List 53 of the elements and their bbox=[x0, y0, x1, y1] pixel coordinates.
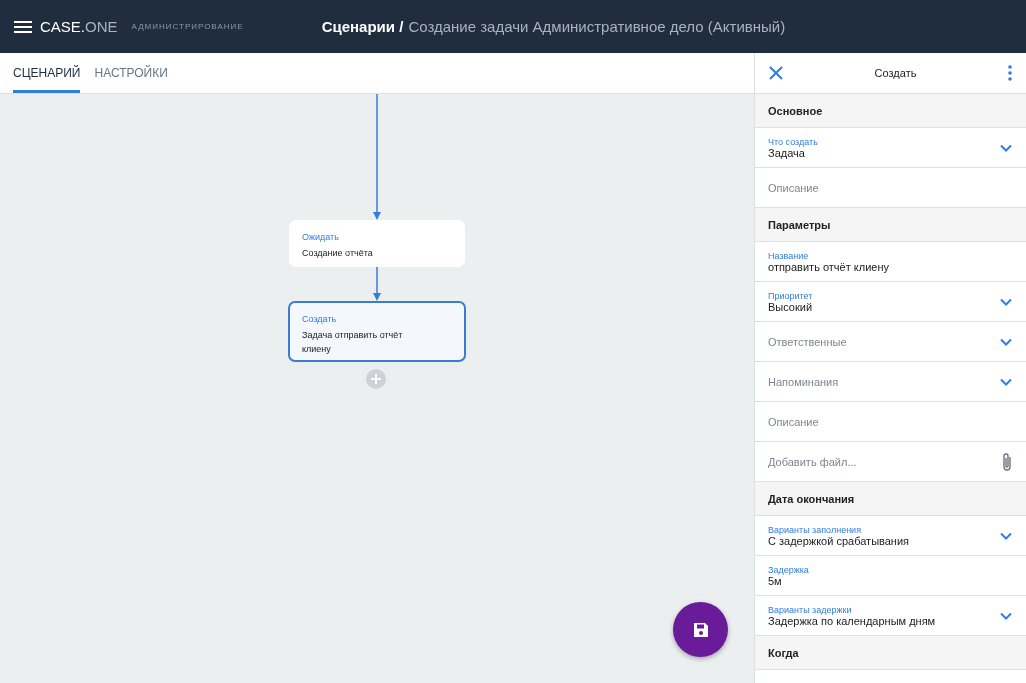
field-value: С задержкой срабатывания bbox=[768, 534, 910, 547]
node-type: Создать bbox=[302, 314, 338, 324]
field-placeholder: Описание bbox=[768, 415, 819, 428]
app-subtitle: АДМИНИСТРИРОВАНИЕ bbox=[131, 22, 244, 31]
field-value: Задача bbox=[768, 146, 805, 159]
select-field[interactable]: Варианты заполнения С задержкой срабатывания bbox=[755, 516, 1026, 556]
chevron-down-icon bbox=[1000, 611, 1012, 620]
menu-icon[interactable] bbox=[14, 20, 32, 33]
save-button[interactable] bbox=[673, 602, 728, 657]
chevron-down-icon bbox=[1000, 377, 1012, 386]
select-field[interactable]: Приоритет Высокий bbox=[755, 282, 1026, 322]
select-field[interactable]: Что создать Задача bbox=[755, 128, 1026, 168]
chevron-down-icon bbox=[1000, 531, 1012, 540]
field-label: Варианты заполнения bbox=[768, 524, 863, 535]
app-logo: CASE.ONE bbox=[40, 18, 118, 35]
field-value: 5м bbox=[768, 574, 782, 587]
select-field[interactable]: Напоминания bbox=[755, 362, 1026, 402]
more-options-icon[interactable] bbox=[1008, 65, 1012, 81]
field-placeholder: Ответственные bbox=[768, 335, 847, 348]
node-text: Задача отправить отчёт клиену bbox=[302, 329, 404, 356]
section-header: Дата окончания bbox=[755, 482, 1026, 516]
node-type: Ожидать bbox=[302, 232, 340, 242]
section-header: Когда bbox=[755, 636, 1026, 670]
input-field[interactable]: Описание bbox=[755, 402, 1026, 442]
breadcrumb-link[interactable]: Сценарии / bbox=[321, 18, 404, 35]
field-placeholder: Добавить файл... bbox=[768, 455, 857, 468]
connector-arrow bbox=[373, 267, 381, 301]
close-icon[interactable] bbox=[769, 66, 783, 80]
flow-node[interactable]: Создать Задача отправить отчёт клиену bbox=[288, 301, 466, 362]
field-placeholder: Описание bbox=[768, 181, 819, 194]
tab[interactable]: НАСТРОЙКИ bbox=[94, 53, 168, 93]
select-field[interactable]: Ответственные bbox=[755, 322, 1026, 362]
input-field[interactable]: Задержка 5м bbox=[755, 556, 1026, 596]
chevron-down-icon bbox=[1000, 337, 1012, 346]
field-label: Приоритет bbox=[768, 290, 813, 301]
page-title: Создание задачи Административное дело (Активный) bbox=[408, 18, 786, 35]
input-field[interactable]: Название отправить отчёт клиену bbox=[755, 242, 1026, 282]
flow-node[interactable]: Ожидать Создание отчёта bbox=[289, 220, 465, 267]
field-value: Задержка по календарным дням bbox=[768, 614, 936, 627]
field-label: Название bbox=[768, 250, 810, 261]
paperclip-icon[interactable] bbox=[1002, 451, 1012, 472]
field-label: Задержка bbox=[768, 564, 809, 575]
chevron-down-icon bbox=[1000, 297, 1012, 306]
chevron-down-icon bbox=[1000, 143, 1012, 152]
field-placeholder: Напоминания bbox=[768, 375, 839, 388]
field-label: Варианты задержки bbox=[768, 604, 853, 615]
section-header: Параметры bbox=[755, 208, 1026, 242]
panel-title: Создать bbox=[874, 67, 917, 79]
node-text: Создание отчёта bbox=[302, 247, 374, 260]
field-value: отправить отчёт клиену bbox=[768, 260, 889, 273]
field-label: Что создать bbox=[768, 136, 818, 147]
field-value: Высокий bbox=[768, 300, 813, 313]
section-header: Основное bbox=[755, 94, 1026, 128]
